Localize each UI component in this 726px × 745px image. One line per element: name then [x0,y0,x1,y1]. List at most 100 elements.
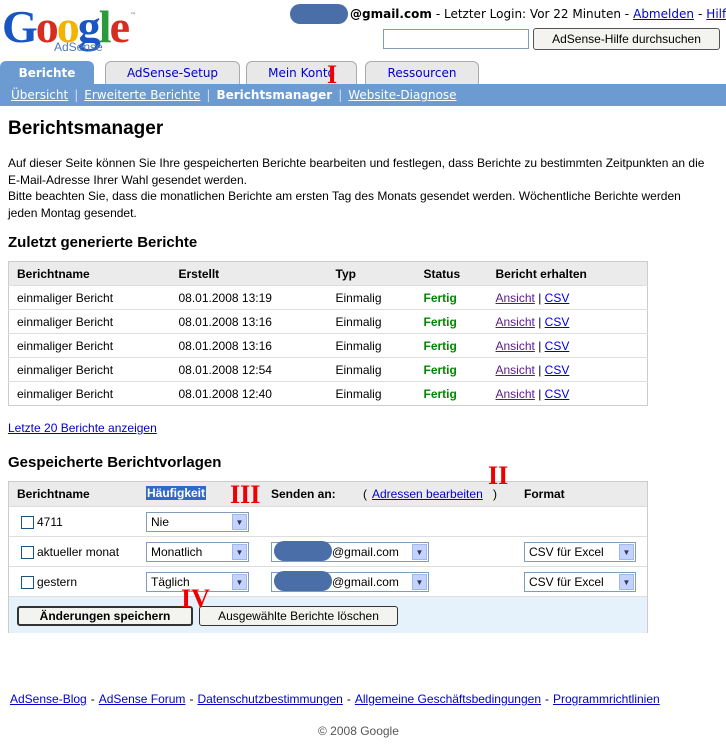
save-changes-button[interactable]: Änderungen speichern [17,606,193,626]
intro-paragraph-2: Bitte beachten Sie, dass die monatlichen… [8,189,681,220]
report-status: Fertig [415,333,488,358]
help-search-button[interactable]: AdSense-Hilfe durchsuchen [533,28,720,50]
copyright: © 2008 Google [318,724,399,738]
select-checkbox[interactable] [21,516,34,529]
format-select[interactable]: CSV für Excel ▼ [524,542,636,562]
report-links: Ansicht | CSV [487,333,648,358]
tab-mein-konto[interactable]: Mein Konto [246,61,357,84]
report-created: 08.01.2008 12:54 [170,357,328,382]
footer-link-terms[interactable]: Allgemeine Geschäftsbedingungen [355,692,541,706]
dropdown-arrow-icon: ▼ [412,544,427,560]
subnav: Übersicht | Erweiterte Berichte | Berichtsma… [0,84,726,106]
view-report-link[interactable]: Ansicht [496,363,535,377]
templates-actions: Änderungen speichern Ausgewählte Bericht… [9,596,647,633]
view-report-link[interactable]: Ansicht [496,315,535,329]
delete-selected-button[interactable]: Ausgewählte Berichte löschen [199,606,398,626]
csv-report-link[interactable]: CSV [545,387,570,401]
col-haeufigkeit: Häufigkeit [146,486,207,500]
template-row: 4711 Nie ▼ [9,506,647,536]
separator: - [346,692,351,706]
saved-templates-table: Berichtname Häufigkeit Senden an: ( Adre… [8,481,648,633]
table-row: einmaliger Bericht 08.01.2008 12:54 Einmal… [8,357,648,382]
logo-subtitle: AdSense [54,40,103,54]
template-name: gestern [37,575,78,589]
report-name: einmaliger Bericht [8,381,171,406]
table-row: einmaliger Bericht 08.01.2008 13:19 Einmal… [8,285,648,310]
subnav-berichtsmanager: Berichtsmanager [216,88,333,102]
subnav-erweiterte-berichte[interactable]: Erweiterte Berichte [84,88,200,102]
col-erstellt: Erstellt [170,261,328,286]
saved-templates-heading: Gespeicherte Berichtvorlagen [8,454,222,471]
dropdown-arrow-icon: ▼ [619,574,634,590]
report-status: Fertig [415,309,488,334]
frequency-select[interactable]: Monatlich ▼ [146,542,249,562]
last-20-reports-link[interactable]: Letzte 20 Berichte anzeigen [8,421,157,435]
report-created: 08.01.2008 13:16 [170,333,328,358]
col-bericht-erhalten: Bericht erhalten [487,261,648,286]
redacted-email-blob [274,571,332,591]
logout-link[interactable]: Abmelden [633,7,694,21]
csv-report-link[interactable]: CSV [545,339,570,353]
tab-ressourcen[interactable]: Ressourcen [365,61,479,84]
separator: - [545,692,549,706]
tab-adsense-setup[interactable]: AdSense-Setup [105,61,240,84]
dropdown-arrow-icon: ▼ [232,544,247,560]
frequency-select[interactable]: Nie ▼ [146,512,249,532]
tab-berichte[interactable]: Berichte [0,61,94,84]
edit-addresses-link[interactable]: Adressen bearbeiten [372,487,483,501]
table-row: einmaliger Bericht 08.01.2008 13:16 Einmal… [8,333,648,358]
footer-links: AdSense-Blog - AdSense Forum - Datenschutzbe… [10,692,660,706]
subnav-website-diagnose[interactable]: Website-Diagnose [348,88,456,102]
email-value: @gmail.com [332,575,399,589]
csv-report-link[interactable]: CSV [545,315,570,329]
dropdown-arrow-icon: ▼ [619,544,634,560]
frequency-value: Nie [151,515,170,529]
dropdown-arrow-icon: ▼ [412,574,427,590]
annotation-marker-2: II [488,461,509,490]
format-select[interactable]: CSV für Excel ▼ [524,572,636,592]
subnav-uebersicht[interactable]: Übersicht [11,88,68,102]
report-links: Ansicht | CSV [487,381,648,406]
google-adsense-logo[interactable]: Google ™ AdSense [2,4,137,56]
report-name: einmaliger Bericht [8,285,171,310]
select-checkbox[interactable] [21,546,34,559]
pipe: | [74,88,79,102]
csv-report-link[interactable]: CSV [545,291,570,305]
footer-link-forum[interactable]: AdSense Forum [99,692,186,706]
view-report-link[interactable]: Ansicht [496,387,535,401]
annotation-marker-4: IV [181,584,210,613]
pipe: | [534,314,545,329]
report-type: Einmalig [327,381,416,406]
report-type: Einmalig [327,309,416,334]
report-status: Fertig [415,285,488,310]
col-berichtname: Berichtname [17,487,90,501]
separator: - [90,692,95,706]
pipe: | [206,88,211,102]
footer-link-blog[interactable]: AdSense-Blog [10,692,87,706]
dropdown-arrow-icon: ▼ [232,574,247,590]
report-status: Fertig [415,381,488,406]
report-name: einmaliger Bericht [8,357,171,382]
footer-link-privacy[interactable]: Datenschutzbestimmungen [197,692,342,706]
report-created: 08.01.2008 12:40 [170,381,328,406]
view-report-link[interactable]: Ansicht [496,291,535,305]
report-type: Einmalig [327,285,416,310]
help-search-input[interactable] [383,29,529,49]
report-created: 08.01.2008 13:19 [170,285,328,310]
footer-link-policies[interactable]: Programmrichtlinien [553,692,660,706]
col-format: Format [524,487,565,501]
col-typ: Typ [327,261,416,286]
email-select[interactable]: @gmail.com ▼ [271,541,429,562]
table-row: einmaliger Bericht 08.01.2008 12:40 Einmal… [8,381,648,406]
email-select[interactable]: @gmail.com ▼ [271,571,429,592]
trademark: ™ [130,12,136,19]
separator: - [697,7,703,21]
report-name: einmaliger Bericht [8,309,171,334]
pipe: | [534,338,545,353]
report-created: 08.01.2008 13:16 [170,309,328,334]
pipe: | [534,290,545,305]
csv-report-link[interactable]: CSV [545,363,570,377]
help-link[interactable]: Hilfe [706,7,726,21]
view-report-link[interactable]: Ansicht [496,339,535,353]
select-checkbox[interactable] [21,576,34,589]
